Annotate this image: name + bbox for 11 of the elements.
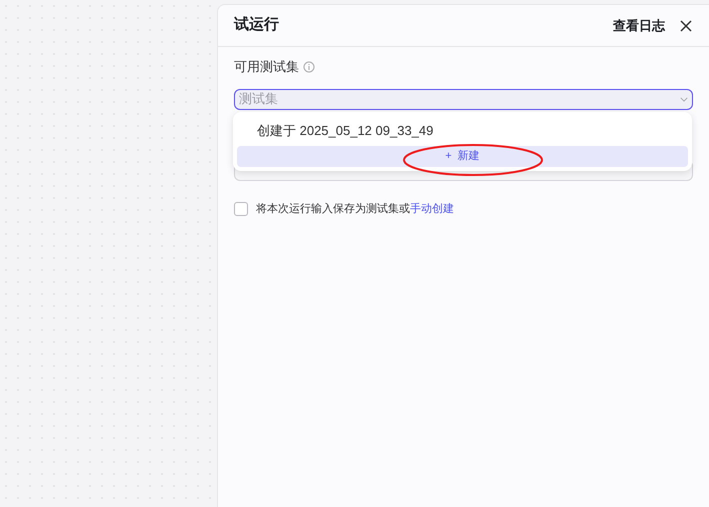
field-label: 可用测试集	[234, 58, 299, 76]
save-checkbox[interactable]	[234, 202, 248, 216]
panel-title: 试运行	[234, 15, 279, 36]
close-icon[interactable]	[679, 18, 693, 32]
view-log-link[interactable]: 查看日志	[613, 16, 665, 36]
dropdown-option[interactable]: 创建于 2025_05_12 09_33_49	[237, 116, 688, 146]
chevron-down-icon	[680, 96, 688, 102]
manual-create-link[interactable]: 手动创建	[410, 202, 454, 214]
info-icon	[303, 60, 315, 73]
new-button[interactable]: + 新建	[237, 146, 688, 167]
save-option-text: 将本次运行输入保存为测试集或手动创建	[256, 202, 454, 216]
